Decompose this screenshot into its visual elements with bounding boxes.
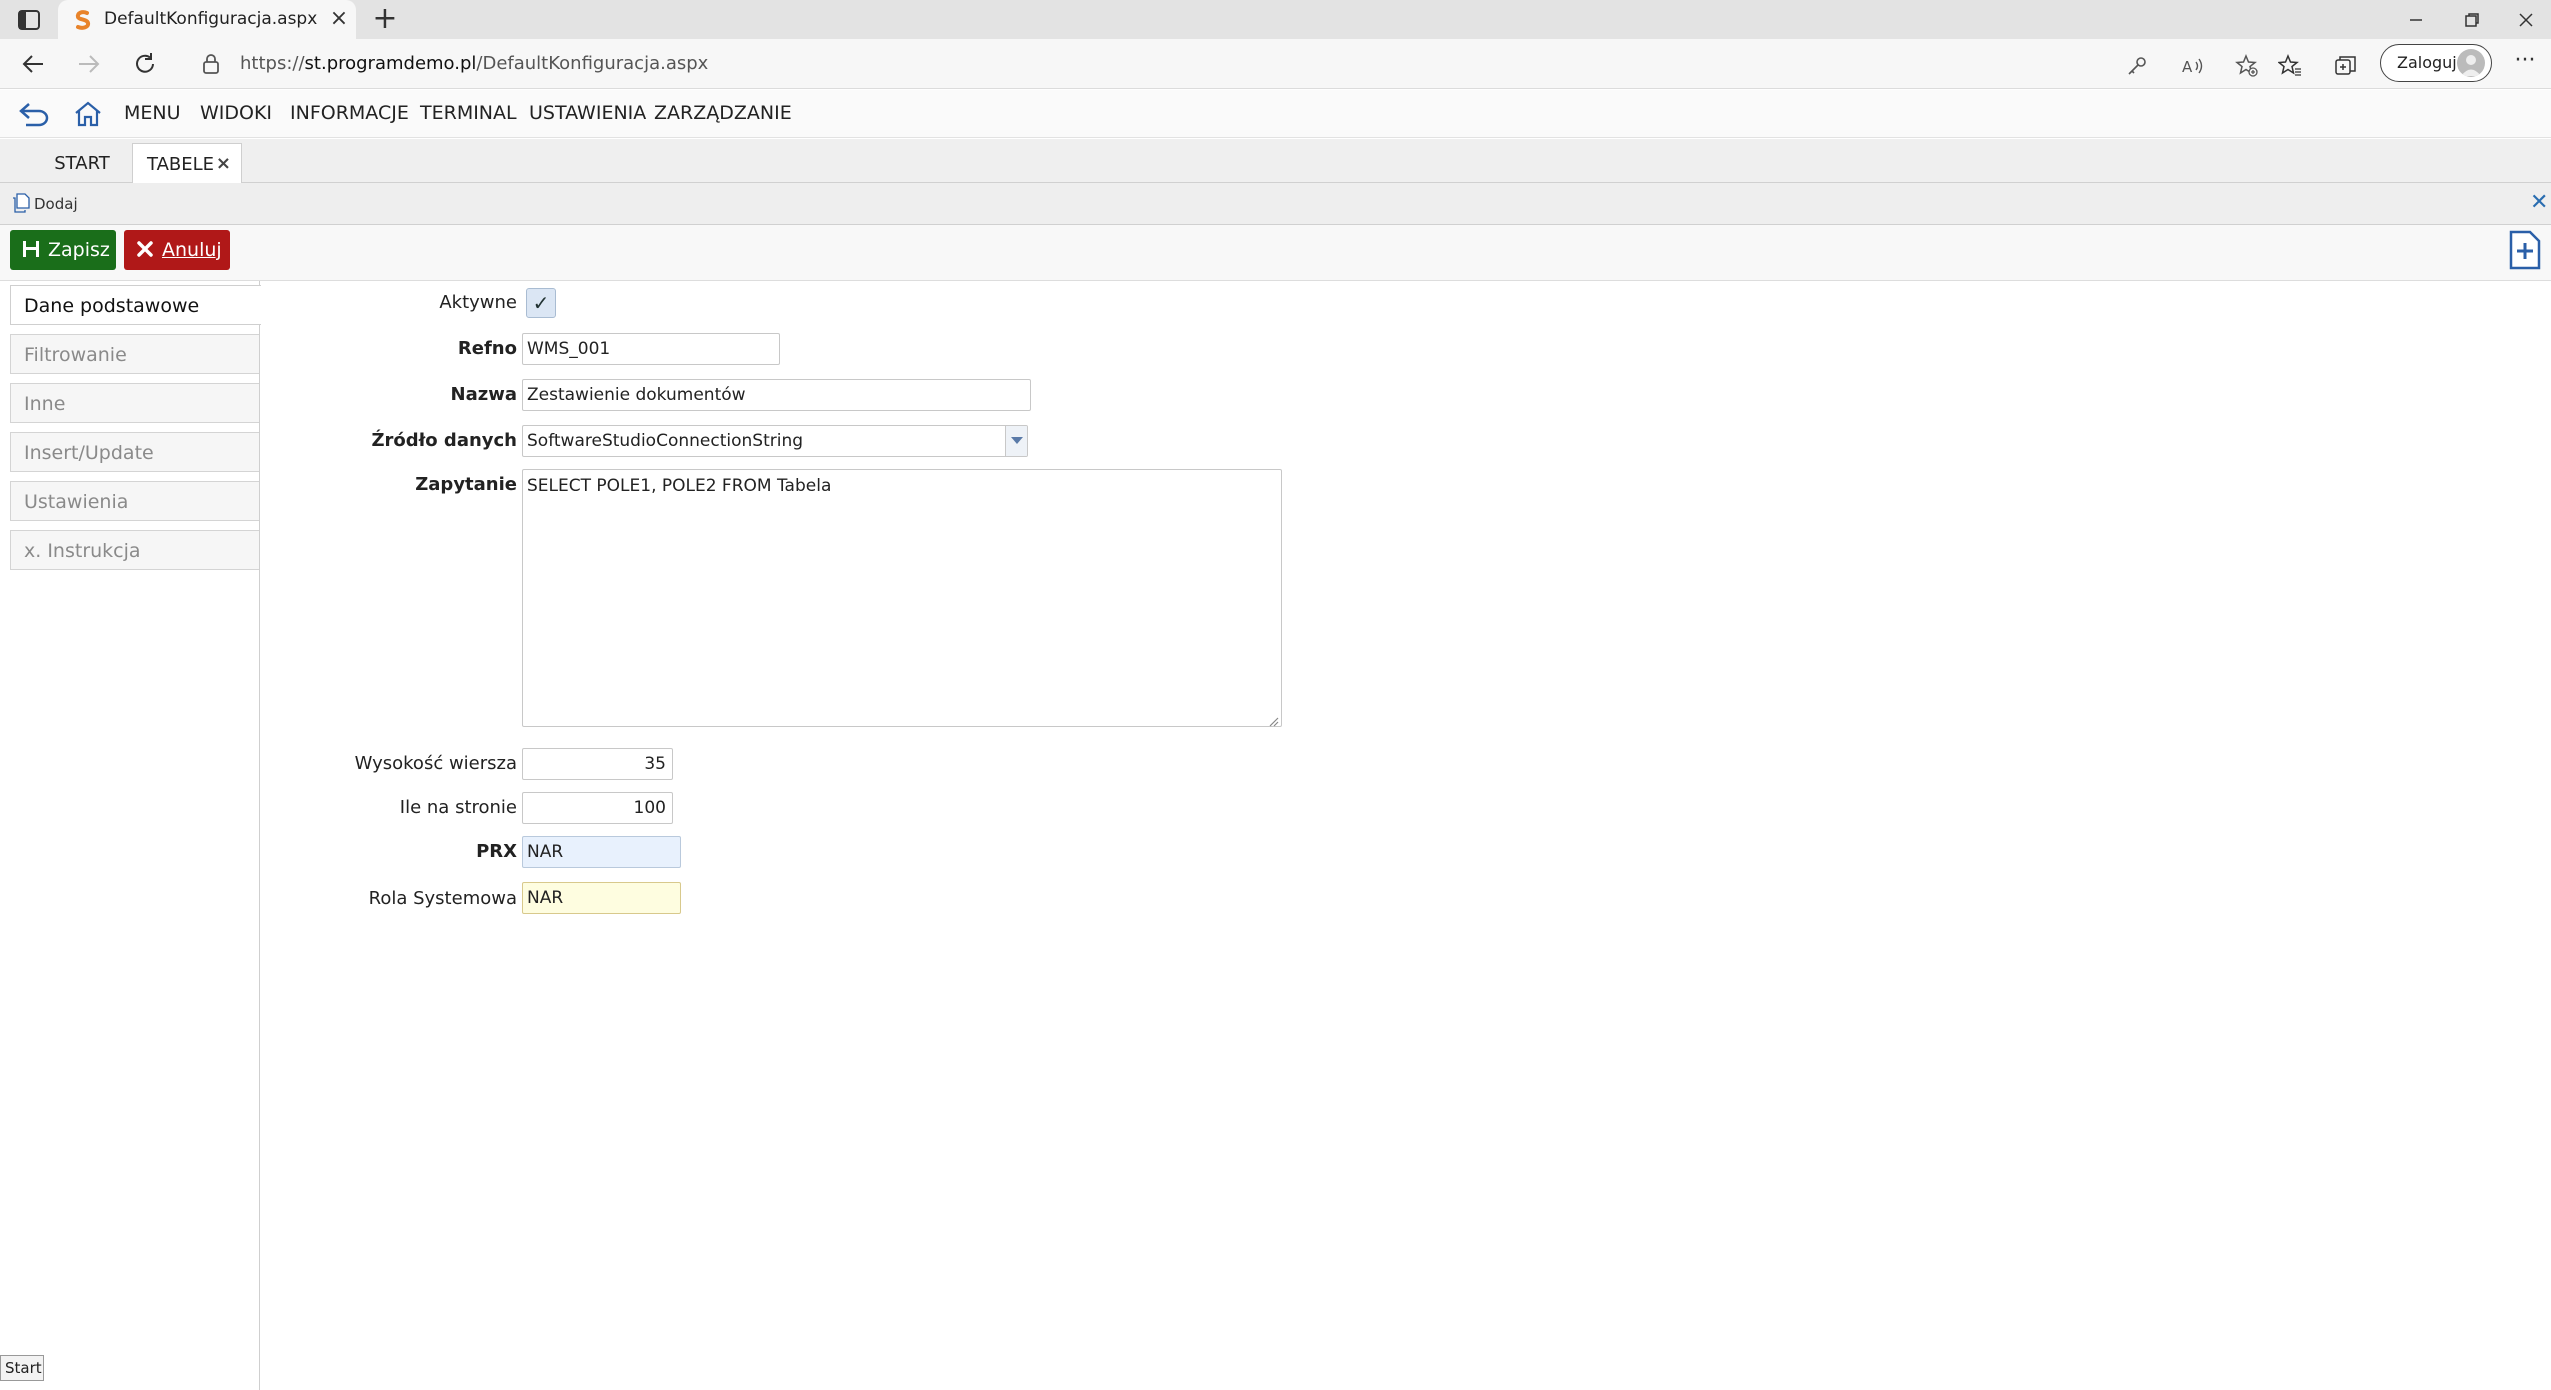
menu-item-informacje[interactable]: INFORMACJE [290,102,409,124]
login-label: Zaloguj [2397,53,2457,72]
wysokosc-wiersza-label: Wysokość wiersza [354,753,517,774]
minimize-icon[interactable] [2396,5,2436,35]
save-label: Zapisz [48,239,110,261]
home-icon[interactable] [70,98,106,130]
menu-item-zarzadzanie[interactable]: ZARZĄDZANIE [654,102,792,124]
tab-start[interactable]: START [42,143,122,183]
side-tab-ustawienia[interactable]: Ustawienia [10,481,259,521]
zapytanie-textarea[interactable]: SELECT POLE1, POLE2 FROM Tabela [522,469,1282,727]
zapytanie-label: Zapytanie [415,474,517,495]
close-icon [136,240,154,260]
tab-actions-icon[interactable] [16,8,42,32]
browser-tab-active[interactable]: DefaultKonfiguracja.aspx × [58,0,356,39]
tab-tabele[interactable]: TABELE × [132,143,242,184]
url-text: https://st.programdemo.pl/DefaultKonfigu… [240,53,709,74]
menu-item-ustawienia[interactable]: USTAWIENIA [529,102,646,124]
floppy-disk-icon [22,240,40,260]
zapytanie-value: SELECT POLE1, POLE2 FROM Tabela [527,476,832,496]
refno-label: Refno [457,338,517,359]
close-window-icon[interactable] [2506,5,2546,35]
side-tab-dane-podstawowe[interactable]: Dane podstawowe [10,285,261,325]
side-tabs: Dane podstawowe Filtrowanie Inne Insert/… [0,281,261,1390]
cancel-button[interactable]: Anuluj [124,230,230,270]
rola-systemowa-input[interactable]: NAR [522,882,681,914]
start-status-tag[interactable]: Start [0,1355,44,1381]
forward-icon[interactable] [72,49,106,79]
restore-icon[interactable] [2452,5,2492,35]
add-document-icon[interactable] [12,193,30,213]
rola-systemowa-label: Rola Systemowa [368,888,517,909]
side-tab-insert-update[interactable]: Insert/Update [10,432,259,472]
ile-na-stronie-input[interactable]: 100 [522,792,673,824]
browser-tab-title: DefaultKonfiguracja.aspx [104,9,318,29]
add-favorite-icon[interactable] [2233,53,2261,79]
menu-item-widoki[interactable]: WIDOKI [200,102,272,124]
url-field[interactable]: https://st.programdemo.pl/DefaultKonfigu… [195,45,2355,83]
address-bar: https://st.programdemo.pl/DefaultKonfigu… [0,39,2551,89]
site-favicon-icon [72,9,94,31]
read-aloud-icon[interactable]: A [2179,53,2207,79]
avatar-icon [2457,49,2485,77]
favorites-icon[interactable] [2276,53,2304,79]
zrodlo-danych-select[interactable]: SoftwareStudioConnectionString [522,425,1028,457]
side-tab-instrukcja[interactable]: x. Instrukcja [10,530,259,570]
page-tabs: START TABELE × [0,139,2551,184]
collections-icon[interactable] [2332,53,2360,79]
login-button[interactable]: Zaloguj [2380,44,2492,82]
aktywne-checkbox[interactable]: ✓ [526,288,556,318]
add-label[interactable]: Dodaj [34,195,78,213]
zrodlo-danych-value: SoftwareStudioConnectionString [527,431,804,451]
back-icon[interactable] [16,49,50,79]
prx-input[interactable]: NAR [522,836,681,868]
side-tab-filtrowanie[interactable]: Filtrowanie [10,334,259,374]
side-tab-inne[interactable]: Inne [10,383,259,423]
cancel-label: Anuluj [162,239,222,261]
svg-text:A: A [2182,58,2193,76]
panel-close-icon[interactable]: ✕ [2530,191,2550,215]
chevron-down-icon[interactable] [1005,426,1027,456]
form-toolbar: Zapisz Anuluj [0,225,2551,281]
wysokosc-wiersza-input[interactable]: 35 [522,748,673,780]
browser-tab-close-icon[interactable]: × [328,6,350,32]
key-icon[interactable] [2123,53,2151,79]
new-record-icon[interactable] [2508,229,2542,271]
browser-tabstrip: DefaultKonfiguracja.aspx × + [0,0,2551,39]
menu-item-terminal[interactable]: TERMINAL [420,102,517,124]
refresh-icon[interactable] [128,49,162,79]
save-button[interactable]: Zapisz [10,230,116,270]
action-bar: Dodaj ✕ [0,183,2551,225]
back-arrow-icon[interactable] [16,98,52,130]
aktywne-label: Aktywne [439,292,517,313]
tab-tabele-label: TABELE [147,154,215,175]
more-options-icon[interactable]: ··· [2510,50,2540,77]
nazwa-label: Nazwa [450,384,517,405]
zrodlo-danych-label: Źródło danych [371,430,517,451]
lock-icon[interactable] [201,53,221,75]
app-menu-bar: MENU WIDOKI INFORMACJE TERMINAL USTAWIEN… [0,90,2551,138]
menu-item-menu[interactable]: MENU [124,102,181,124]
nazwa-input[interactable]: Zestawienie dokumentów [522,379,1031,411]
resize-grip-icon[interactable] [1267,712,1279,727]
refno-input[interactable]: WMS_001 [522,333,780,365]
ile-na-stronie-label: Ile na stronie [399,797,517,818]
tab-start-label: START [54,153,110,174]
tab-close-icon[interactable]: × [216,153,231,174]
prx-label: PRX [476,841,517,862]
new-tab-icon[interactable]: + [370,4,400,34]
